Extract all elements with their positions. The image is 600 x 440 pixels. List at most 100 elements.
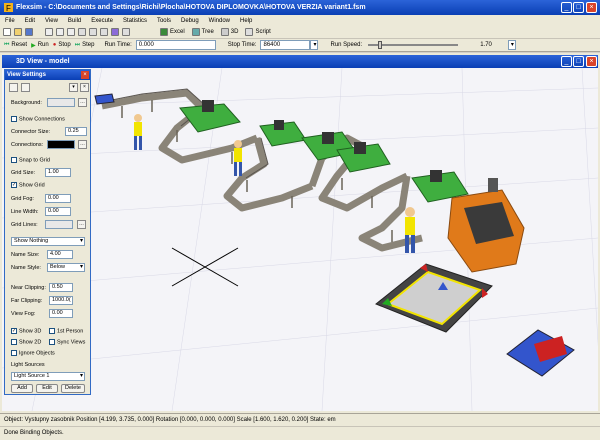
maximize-button[interactable]: □	[573, 2, 584, 13]
stop-time-dropdown[interactable]: ▾	[310, 40, 319, 50]
run-speed-label: Run Speed:	[330, 42, 363, 48]
app-status-bar: Done Binding Objects.	[0, 426, 600, 440]
run-time-field[interactable]: 0.000	[135, 40, 216, 50]
menu-build[interactable]: Build	[63, 18, 86, 24]
show-grid-row[interactable]: ✓ Show Grid	[11, 182, 45, 188]
menu-help[interactable]: Help	[235, 18, 257, 24]
show-grid-checkbox[interactable]: ✓	[11, 182, 17, 188]
show-3d-checkbox[interactable]: ✓	[11, 328, 17, 334]
near-clipping-field[interactable]: 0.50	[49, 283, 73, 292]
view-minimize-button[interactable]: _	[561, 56, 572, 67]
panel-preset-icon[interactable]	[21, 83, 30, 92]
add-light-button[interactable]: Add	[11, 384, 33, 393]
show-3d-row[interactable]: ✓ Show 3D	[11, 328, 41, 334]
run-control-bar: ⏮ Reset ▶ Run ● Stop ⏭ Step Run Time: 0.000 …	[0, 39, 600, 52]
grid-lines-color-swatch[interactable]	[45, 220, 73, 229]
show-connections-checkbox[interactable]	[11, 116, 17, 122]
excel-button[interactable]: Excel	[158, 27, 187, 38]
menu-file[interactable]: File	[0, 18, 20, 24]
edit-mode-icon[interactable]	[100, 28, 108, 36]
sync-views-checkbox[interactable]	[49, 339, 55, 345]
grid-3d-icon	[220, 28, 229, 36]
paste-icon[interactable]	[67, 28, 75, 36]
menu-window[interactable]: Window	[204, 18, 235, 24]
color-icon[interactable]	[111, 28, 119, 36]
name-style-select[interactable]: Below	[47, 263, 85, 272]
run-speed-thumb[interactable]	[378, 41, 383, 49]
view-3d-button[interactable]: 3D	[219, 27, 241, 38]
show-connections-row[interactable]: Show Connections	[11, 116, 65, 122]
view-settings-title: View Settings	[5, 70, 90, 80]
first-person-checkbox[interactable]	[49, 328, 55, 334]
snap-to-grid-checkbox[interactable]	[11, 157, 17, 163]
ignore-objects-row[interactable]: Ignore Objects	[11, 350, 55, 356]
show-2d-checkbox[interactable]	[11, 339, 17, 345]
menu-edit[interactable]: Edit	[20, 18, 40, 24]
stop-time-field[interactable]: 86400	[260, 40, 311, 50]
show-names-select[interactable]: Show Nothing	[11, 237, 85, 246]
grid-fog-field[interactable]: 0.00	[45, 194, 71, 203]
source-object	[94, 93, 115, 105]
new-file-icon[interactable]	[3, 28, 11, 36]
grid-size-label: Grid Size:	[11, 170, 36, 176]
save-icon[interactable]	[25, 28, 33, 36]
step-icon: ⏭	[74, 41, 81, 48]
grid-lines-browse-button[interactable]: …	[77, 220, 86, 229]
ignore-objects-checkbox[interactable]	[11, 350, 17, 356]
line-width-label: Line Width:	[11, 209, 39, 215]
menu-statistics[interactable]: Statistics	[118, 18, 152, 24]
stop-button[interactable]: ● Stop	[51, 40, 73, 51]
connect-mode-icon[interactable]	[89, 28, 97, 36]
run-button[interactable]: ▶ Run	[29, 40, 51, 51]
name-size-field[interactable]: 4.00	[47, 250, 73, 259]
light-source-select[interactable]: Light Source 1	[11, 372, 85, 381]
edit-light-button[interactable]: Edit	[36, 384, 58, 393]
name-style-label: Name Style:	[11, 265, 41, 271]
grid-size-field[interactable]: 1.00	[45, 168, 71, 177]
view-maximize-button[interactable]: □	[573, 56, 584, 67]
run-speed-dropdown[interactable]: ▾	[507, 40, 516, 50]
run-speed-slider[interactable]	[368, 40, 459, 50]
close-button[interactable]: ×	[586, 2, 597, 13]
show-2d-row[interactable]: Show 2D	[11, 339, 41, 345]
open-folder-icon[interactable]	[14, 28, 22, 36]
far-clipping-field[interactable]: 1000.0(	[49, 296, 73, 305]
background-color-swatch[interactable]	[47, 98, 75, 107]
panel-close-button[interactable]: ×	[81, 71, 89, 79]
tree-button[interactable]: Tree	[190, 27, 216, 38]
menu-tools[interactable]: Tools	[152, 18, 176, 24]
menu-view[interactable]: View	[40, 18, 63, 24]
reset-button[interactable]: ⏮ Reset	[2, 40, 29, 51]
view-close-button[interactable]: ×	[586, 56, 597, 67]
view-fog-field[interactable]: 0.00	[49, 309, 73, 318]
minimize-button[interactable]: _	[561, 2, 572, 13]
run-time-label: Run Time:	[104, 42, 132, 48]
excel-label: Excel	[170, 29, 185, 35]
panel-x-icon[interactable]: ×	[80, 83, 89, 92]
name-size-label: Name Size:	[11, 252, 40, 258]
options-icon[interactable]	[122, 28, 130, 36]
panel-dropdown-icon[interactable]: ▾	[69, 83, 78, 92]
sync-views-row[interactable]: Sync Views	[49, 339, 85, 345]
copy-icon[interactable]	[56, 28, 64, 36]
step-button[interactable]: ⏭ Step	[73, 40, 97, 51]
snap-to-grid-row[interactable]: Snap to Grid	[11, 157, 50, 163]
connections-color-swatch[interactable]	[47, 140, 75, 149]
script-icon	[245, 28, 254, 36]
line-width-field[interactable]: 0.00	[45, 207, 71, 216]
background-label: Background:	[11, 100, 42, 106]
script-button[interactable]: Script	[243, 27, 272, 38]
panel-settings-icon[interactable]	[9, 83, 18, 92]
menu-debug[interactable]: Debug	[176, 18, 204, 24]
model-3d-canvas[interactable]	[2, 68, 598, 411]
cut-icon[interactable]	[45, 28, 53, 36]
delete-light-button[interactable]: Delete	[61, 384, 85, 393]
connector-size-label: Connector Size:	[11, 129, 51, 135]
first-person-label: 1st Person	[57, 328, 84, 335]
menu-execute[interactable]: Execute	[86, 18, 118, 24]
connections-browse-button[interactable]: …	[78, 140, 87, 149]
first-person-row[interactable]: 1st Person	[49, 328, 83, 334]
cursor-mode-icon[interactable]	[78, 28, 86, 36]
background-browse-button[interactable]: …	[78, 98, 87, 107]
connector-size-field[interactable]: 0.25	[65, 127, 87, 136]
